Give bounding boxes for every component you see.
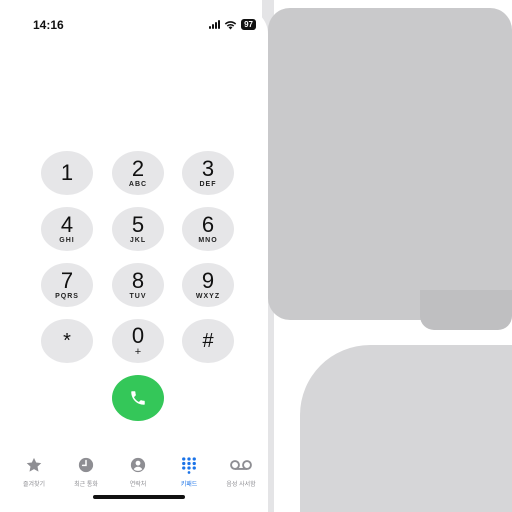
key-digit: 7 [60, 268, 74, 293]
key-letters: MNO [198, 237, 218, 244]
key-7[interactable]: 7 PQRS [41, 263, 93, 307]
key-hash[interactable]: # [182, 319, 234, 363]
tab-favorites[interactable]: 즐겨찾기 [9, 454, 59, 488]
tab-recents[interactable]: 최근 통화 [61, 454, 111, 488]
tab-label: 연락처 [129, 482, 147, 488]
key-5[interactable]: 5 JKL [112, 207, 164, 251]
key-4[interactable]: 4 GHI [41, 207, 93, 251]
key-8[interactable]: 8 TUV [112, 263, 164, 307]
phone-screen: 14:16 97 1 2 ABC 3 DEF 4 GHI 5 JKL 6 MNO… [8, 8, 268, 512]
key-letters: JKL [129, 237, 147, 244]
key-2[interactable]: 2 ABC [112, 151, 164, 195]
key-digit: 1 [60, 160, 74, 185]
key-digit: # [202, 330, 214, 352]
key-digit: 0 [131, 323, 145, 348]
key-letters: DEF [199, 181, 217, 188]
call-button[interactable] [112, 375, 164, 421]
tab-bar: 즐겨찾기 최근 통화 연락처 키패드 음성 사서함 [8, 454, 268, 500]
key-letters: WXYZ [195, 293, 221, 300]
key-digit: 8 [131, 268, 145, 293]
voicemail-icon [229, 454, 253, 476]
key-0[interactable]: 0 + [112, 319, 164, 363]
key-1[interactable]: 1 [41, 151, 93, 195]
keypad-icon [180, 454, 198, 476]
tab-label: 음성 사서함 [226, 482, 256, 488]
tab-keypad[interactable]: 키패드 [164, 454, 214, 488]
key-9[interactable]: 9 WXYZ [182, 263, 234, 307]
background-shape [268, 8, 512, 320]
key-star[interactable]: * [41, 319, 93, 363]
key-digit: 9 [201, 268, 215, 293]
clock-icon [77, 454, 95, 476]
key-digit: * [63, 330, 71, 352]
key-letters: TUV [129, 293, 147, 300]
background-shape [420, 290, 512, 330]
home-indicator [93, 495, 185, 499]
key-digit: 5 [131, 212, 145, 237]
background-shape [300, 345, 512, 512]
tab-contacts[interactable]: 연락처 [113, 454, 163, 488]
key-letters: PQRS [55, 293, 79, 300]
dial-keypad: 1 2 ABC 3 DEF 4 GHI 5 JKL 6 MNO 7 PQRS 8… [8, 8, 268, 408]
key-letters: GHI [59, 237, 75, 244]
phone-icon [131, 391, 145, 405]
key-digit: 2 [131, 156, 145, 181]
tab-label: 즐겨찾기 [22, 482, 46, 488]
key-3[interactable]: 3 DEF [182, 151, 234, 195]
key-6[interactable]: 6 MNO [182, 207, 234, 251]
contact-icon [129, 454, 147, 476]
tab-label: 키패드 [180, 482, 198, 488]
key-digit: 3 [201, 156, 215, 181]
tab-voicemail[interactable]: 음성 사서함 [216, 454, 266, 488]
tab-label: 최근 통화 [74, 482, 98, 488]
star-icon [25, 454, 43, 476]
key-letters: ABC [128, 181, 148, 188]
key-letters: + [134, 346, 142, 358]
key-digit: 4 [60, 212, 74, 237]
key-digit: 6 [201, 212, 215, 237]
